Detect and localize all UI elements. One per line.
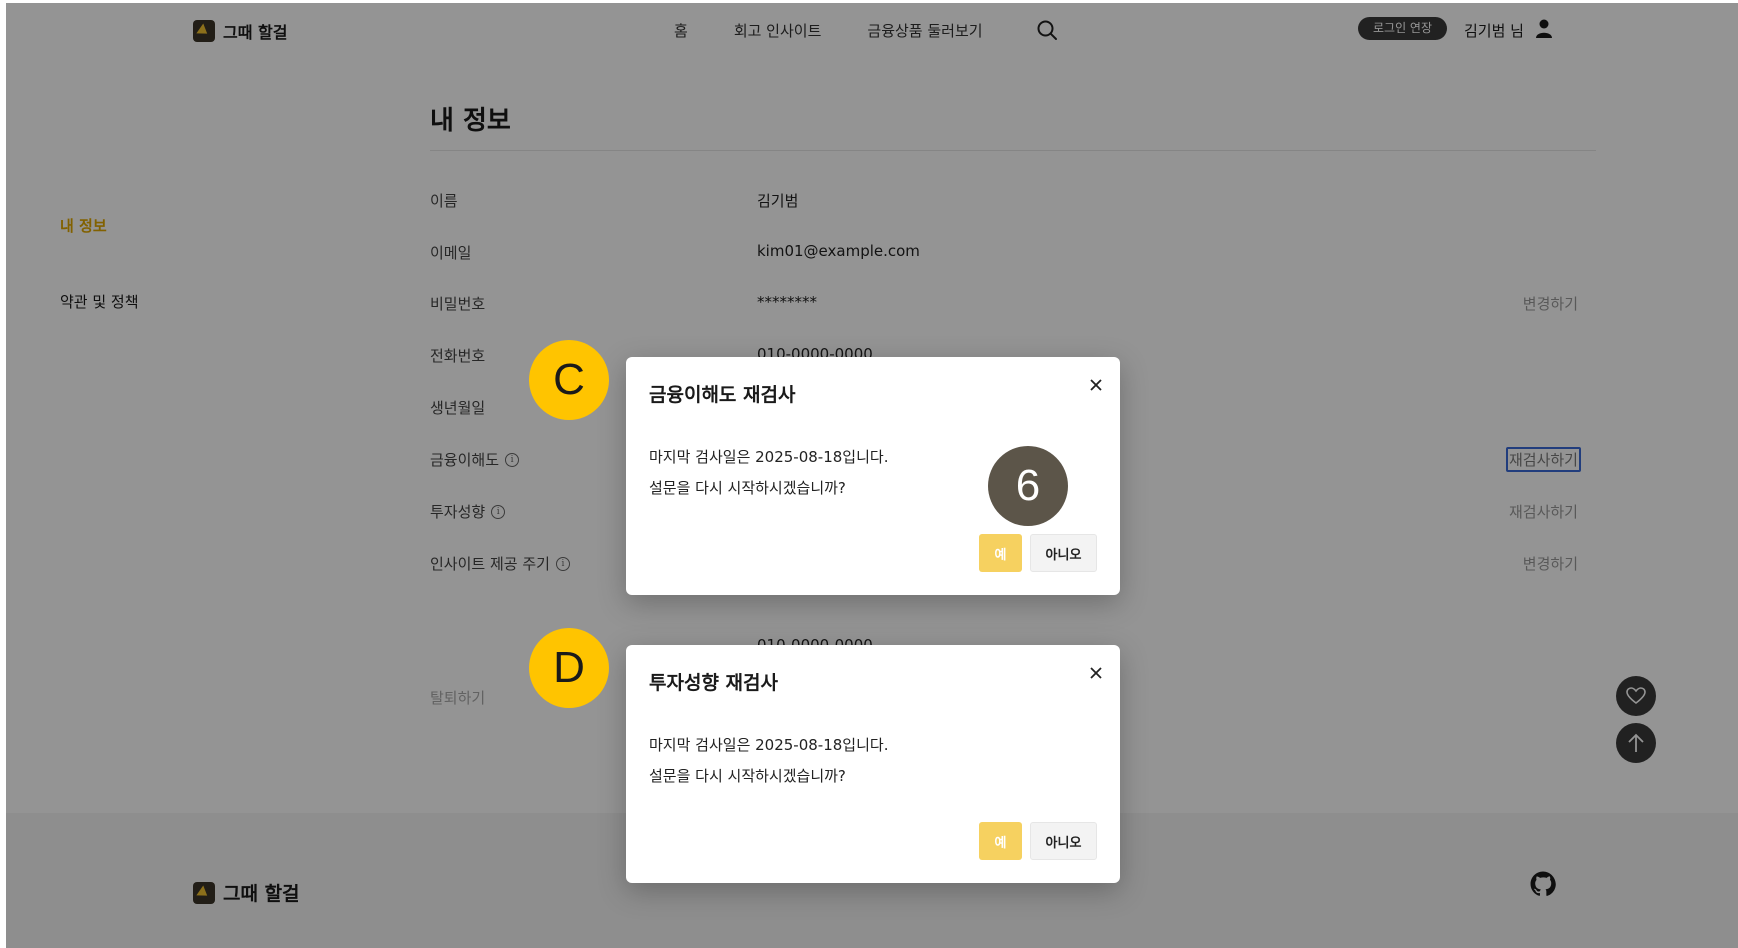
app-window: 그때 할걸 홈 회고 인사이트 금융상품 둘러보기 로그인 연장 김기범 님 내…: [6, 3, 1738, 948]
annotation-marker-d: D: [529, 628, 609, 708]
modal-last-date: 마지막 검사일은 2025-08-18입니다.: [649, 736, 889, 754]
modal-question: 설문을 다시 시작하시겠습니까?: [649, 767, 846, 785]
annotation-marker-c: C: [529, 340, 609, 420]
yes-button[interactable]: 예: [979, 822, 1022, 860]
modal-last-date: 마지막 검사일은 2025-08-18입니다.: [649, 448, 889, 466]
retest-tendency-modal: 투자성향 재검사 마지막 검사일은 2025-08-18입니다. 설문을 다시 …: [626, 645, 1120, 883]
modal-title: 투자성향 재검사: [649, 672, 778, 694]
no-button[interactable]: 아니오: [1030, 534, 1097, 572]
annotation-marker-6: 6: [988, 446, 1068, 526]
close-icon[interactable]: [1086, 375, 1106, 395]
no-button[interactable]: 아니오: [1030, 822, 1097, 860]
modal-title: 금융이해도 재검사: [649, 384, 796, 406]
close-icon[interactable]: [1086, 663, 1106, 683]
yes-button[interactable]: 예: [979, 534, 1022, 572]
modal-question: 설문을 다시 시작하시겠습니까?: [649, 479, 846, 497]
